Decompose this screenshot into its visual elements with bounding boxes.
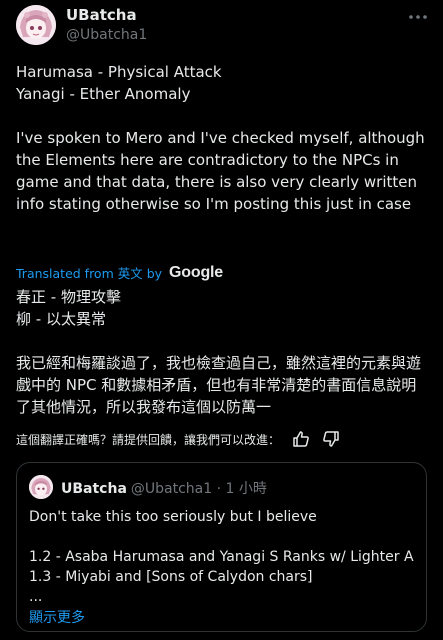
quoted-meta: @Ubatcha1 · 1 小時 xyxy=(130,481,267,497)
translated-attribution[interactable]: Translated from 英文 by Google xyxy=(16,263,223,282)
quoted-text: Don't take this too seriously but I beli… xyxy=(29,509,414,605)
quoted-tweet[interactable]: UBatcha @Ubatcha1 · 1 小時 Don't take this … xyxy=(16,462,427,632)
thumbs-up-icon[interactable] xyxy=(292,430,310,448)
google-logo: Google xyxy=(169,263,223,281)
translated-text: 春正 - 物理攻擊 柳 - 以太異常 我已經和梅羅談過了，我也檢查過自己，雖然這… xyxy=(16,288,422,416)
author-avatar[interactable] xyxy=(16,5,56,45)
show-more-link[interactable]: 顯示更多 xyxy=(29,607,85,627)
more-options-icon[interactable] xyxy=(407,8,429,26)
quoted-avatar xyxy=(29,475,53,499)
quoted-display-name: UBatcha xyxy=(61,481,127,497)
quoted-header: UBatcha @Ubatcha1 · 1 小時 xyxy=(61,478,267,498)
thumbs-down-icon[interactable] xyxy=(322,430,340,448)
translation-feedback: 這個翻譯正確嗎？請提供回饋，讓我們可以改進： xyxy=(16,430,340,448)
author-handle[interactable]: @Ubatcha1 xyxy=(66,27,147,43)
author-display-name[interactable]: UBatcha xyxy=(66,6,137,24)
tweet-text: Harumasa - Physical Attack Yanagi - Ethe… xyxy=(16,63,425,213)
translated-label: Translated from 英文 by xyxy=(16,266,163,281)
feedback-prompt: 這個翻譯正確嗎？請提供回饋，讓我們可以改進： xyxy=(16,432,281,447)
